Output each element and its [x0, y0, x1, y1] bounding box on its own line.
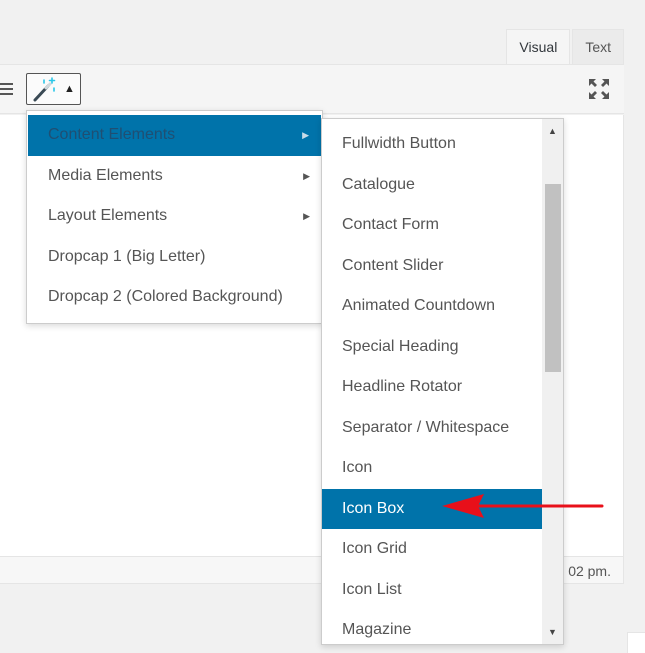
shortcode-button[interactable]: ▲: [26, 73, 81, 105]
menu-item-label: Dropcap 2 (Colored Background): [48, 288, 283, 305]
menu-item-label: Dropcap 1 (Big Letter): [48, 247, 206, 265]
menu-item-label: Content Elements: [48, 126, 176, 143]
tab-visual[interactable]: Visual: [506, 29, 571, 64]
submenu-item-separator-whitespace[interactable]: Separator / Whitespace: [322, 408, 543, 449]
submenu-item-icon[interactable]: Icon: [322, 448, 543, 489]
scrollbar-thumb[interactable]: [545, 184, 561, 372]
fullscreen-icon[interactable]: [588, 78, 610, 105]
menu-item-dropcap-1[interactable]: Dropcap 1 (Big Letter): [27, 237, 322, 278]
submenu-item-catalogue[interactable]: Catalogue: [322, 165, 543, 206]
submenu-item-magazine[interactable]: Magazine: [322, 610, 543, 644]
submenu-scrollbar[interactable]: ▲ ▼: [542, 119, 563, 644]
submenu-item-headline-rotator[interactable]: Headline Rotator: [322, 367, 543, 408]
submenu-item-animated-countdown[interactable]: Animated Countdown: [322, 286, 543, 327]
magic-wand-icon: [31, 77, 57, 108]
menu-item-label: Media Elements: [48, 166, 163, 184]
submenu-item-content-slider[interactable]: Content Slider: [322, 246, 543, 287]
menu-item-dropcap-2[interactable]: Dropcap 2 (Colored Background): [27, 277, 322, 318]
scroll-down-icon[interactable]: ▼: [542, 622, 563, 642]
menu-item-layout-elements[interactable]: Layout Elements ▶: [27, 196, 322, 237]
menu-item-media-elements[interactable]: Media Elements ▶: [27, 156, 322, 197]
menu-item-content-elements[interactable]: Content Elements ▶: [28, 115, 321, 156]
submenu-arrow-icon: ▶: [303, 211, 310, 221]
align-icon[interactable]: [0, 83, 13, 95]
submenu-item-icon-list[interactable]: Icon List: [322, 570, 543, 611]
submenu-item-special-heading[interactable]: Special Heading: [322, 327, 543, 368]
submenu-arrow-icon: ▶: [303, 170, 310, 181]
scroll-up-icon[interactable]: ▲: [542, 121, 563, 141]
caret-up-icon: ▲: [64, 83, 75, 95]
submenu-arrow-icon: ▶: [302, 130, 309, 140]
submenu-item-contact-form[interactable]: Contact Form: [322, 205, 543, 246]
submenu-item-fullwidth-button[interactable]: Fullwidth Button: [322, 124, 543, 165]
tab-text[interactable]: Text: [572, 29, 624, 64]
content-elements-submenu: Fullwidth Button Catalogue Contact Form …: [321, 118, 564, 645]
submenu-item-icon-grid[interactable]: Icon Grid: [322, 529, 543, 570]
metabox-edge: [627, 632, 645, 653]
editor-toolbar: ▲: [0, 64, 624, 114]
editor-tabs: Visual Text: [504, 29, 624, 64]
annotation-arrow-icon: [440, 494, 604, 525]
last-edited-time: 02 pm.: [568, 563, 611, 579]
submenu-list: Fullwidth Button Catalogue Contact Form …: [322, 124, 543, 644]
shortcode-menu: Content Elements ▶ Media Elements ▶ Layo…: [26, 110, 323, 324]
menu-item-label: Layout Elements: [48, 207, 168, 224]
